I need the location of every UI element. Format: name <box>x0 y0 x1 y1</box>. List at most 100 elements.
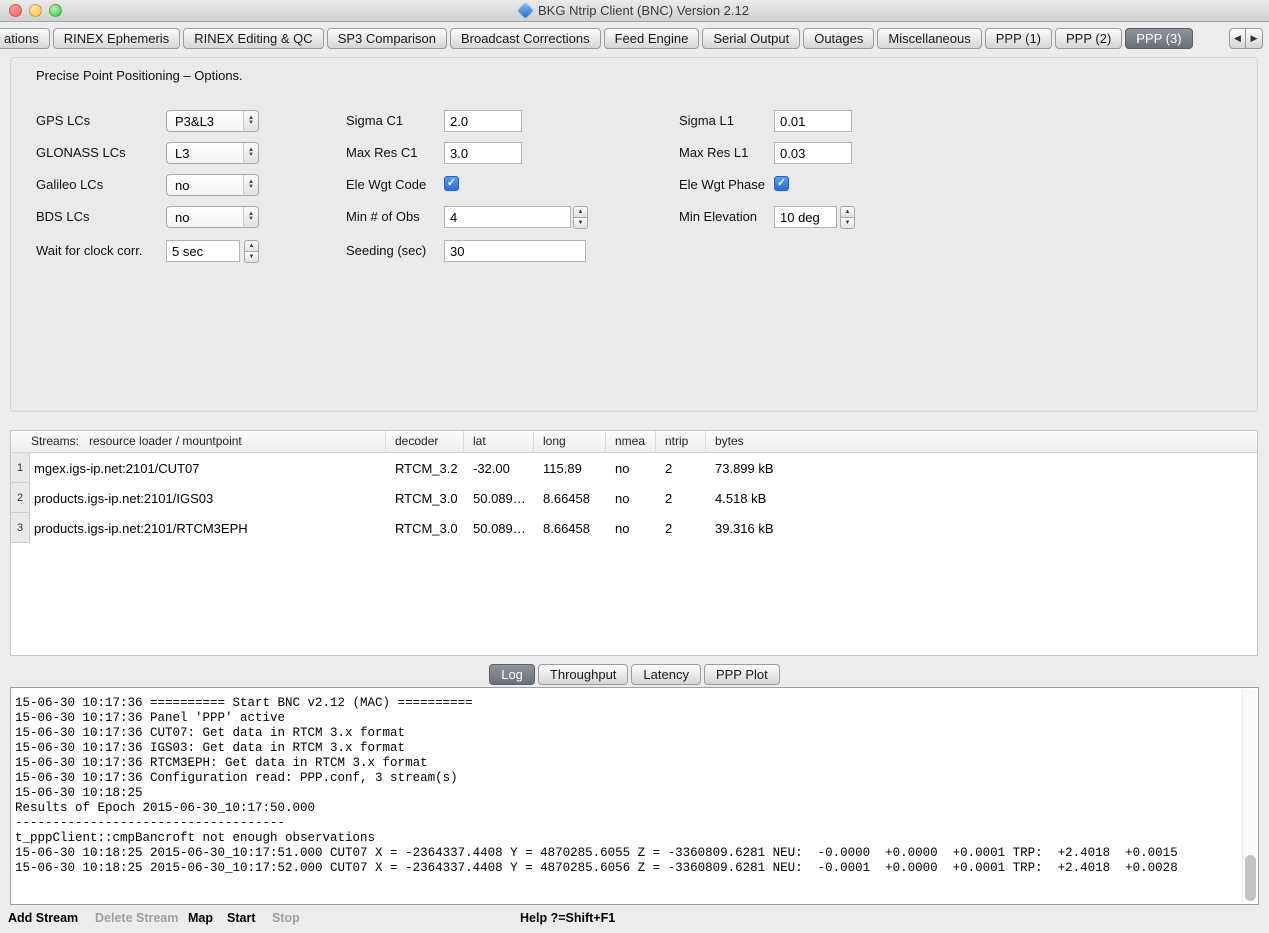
tab-scroll-left-button[interactable]: ◀ <box>1229 28 1246 49</box>
tab-sp3-comparison[interactable]: SP3 Comparison <box>327 28 447 49</box>
max-res-c1-field[interactable] <box>444 142 522 164</box>
min-elevation-field[interactable] <box>774 206 837 228</box>
cell-bytes: 73.899 kB <box>706 453 1257 483</box>
table-row[interactable]: 3 products.igs-ip.net:2101/RTCM3EPH RTCM… <box>11 513 1257 543</box>
cell-mountpoint: products.igs-ip.net:2101/RTCM3EPH <box>30 513 386 543</box>
max-res-l1-label: Max Res L1 <box>679 145 748 161</box>
glonass-lcs-combobox[interactable]: L3 ▲▼ <box>166 142 259 164</box>
start-button[interactable]: Start <box>227 911 255 925</box>
seeding-field[interactable] <box>444 240 586 262</box>
traffic-lights <box>9 4 62 17</box>
spin-down-icon[interactable]: ▼ <box>840 218 855 229</box>
window-title: BKG Ntrip Client (BNC) Version 2.12 <box>538 3 749 18</box>
log-line: 15-06-30 10:18:25 2015-06-30_10:17:52.00… <box>15 861 1238 876</box>
bds-lcs-value: no <box>167 210 243 225</box>
spin-down-icon[interactable]: ▼ <box>244 252 259 263</box>
sigma-c1-field[interactable] <box>444 110 522 132</box>
ele-wgt-code-checkbox[interactable]: ✓ <box>444 176 459 191</box>
cell-lat: 50.089… <box>464 483 534 513</box>
bds-lcs-combobox[interactable]: no ▲▼ <box>166 206 259 228</box>
log-line: 15-06-30 10:18:25 <box>15 786 1238 801</box>
cell-nmea: no <box>606 483 656 513</box>
tab-miscellaneous[interactable]: Miscellaneous <box>877 28 981 49</box>
tab-latency[interactable]: Latency <box>631 664 701 685</box>
glonass-lcs-value: L3 <box>167 146 243 161</box>
header-mountpoint: Streams: resource loader / mountpoint <box>11 431 386 452</box>
tab-ations[interactable]: ations <box>0 28 50 49</box>
main-tabs: ations RINEX Ephemeris RINEX Editing & Q… <box>0 28 1193 49</box>
cell-decoder: RTCM_3.0 <box>386 483 464 513</box>
cell-ntrip: 2 <box>656 483 706 513</box>
log-panel: 15-06-30 10:17:36 ========== Start BNC v… <box>10 687 1259 905</box>
min-elevation-label: Min Elevation <box>679 209 757 225</box>
sigma-c1-label: Sigma C1 <box>346 113 403 129</box>
spin-up-icon[interactable]: ▲ <box>573 206 588 218</box>
left-arrow-icon: ◀ <box>1234 33 1241 43</box>
bnc-window: BKG Ntrip Client (BNC) Version 2.12 atio… <box>0 0 1269 933</box>
log-line: 15-06-30 10:17:36 ========== Start BNC v… <box>15 696 1238 711</box>
header-long: long <box>534 431 606 452</box>
wait-clock-label: Wait for clock corr. <box>36 243 142 259</box>
tab-throughput[interactable]: Throughput <box>538 664 629 685</box>
cell-long: 8.66458 <box>534 483 606 513</box>
chevron-updown-icon: ▲▼ <box>243 111 258 131</box>
check-icon: ✓ <box>447 177 456 189</box>
table-row[interactable]: 1 mgex.igs-ip.net:2101/CUT07 RTCM_3.2 -3… <box>11 453 1257 483</box>
zoom-button[interactable] <box>49 4 62 17</box>
glonass-lcs-label: GLONASS LCs <box>36 145 126 161</box>
min-obs-field[interactable] <box>444 206 571 228</box>
spin-up-icon[interactable]: ▲ <box>840 206 855 218</box>
map-button[interactable]: Map <box>188 911 213 925</box>
tab-serial-output[interactable]: Serial Output <box>702 28 800 49</box>
tab-scroll-right-button[interactable]: ▶ <box>1246 28 1263 49</box>
add-stream-button[interactable]: Add Stream <box>8 911 78 925</box>
wait-clock-field[interactable] <box>166 240 240 262</box>
row-number: 2 <box>11 483 30 513</box>
log-line: 15-06-30 10:17:36 CUT07: Get data in RTC… <box>15 726 1238 741</box>
sigma-l1-label: Sigma L1 <box>679 113 734 129</box>
log-line: t_pppClient::cmpBancroft not enough obse… <box>15 831 1238 846</box>
galileo-lcs-combobox[interactable]: no ▲▼ <box>166 174 259 196</box>
table-row[interactable]: 2 products.igs-ip.net:2101/IGS03 RTCM_3.… <box>11 483 1257 513</box>
max-res-l1-field[interactable] <box>774 142 852 164</box>
tab-rinex-ephemeris[interactable]: RINEX Ephemeris <box>53 28 180 49</box>
log-line: 15-06-30 10:17:36 Configuration read: PP… <box>15 771 1238 786</box>
delete-stream-button: Delete Stream <box>95 911 178 925</box>
row-number: 3 <box>11 513 30 543</box>
tab-ppp-3[interactable]: PPP (3) <box>1125 28 1192 49</box>
min-obs-stepper[interactable]: ▲ ▼ <box>573 206 588 229</box>
row-number: 1 <box>11 453 30 483</box>
cell-ntrip: 2 <box>656 513 706 543</box>
log-line: 15-06-30 10:17:36 IGS03: Get data in RTC… <box>15 741 1238 756</box>
ele-wgt-phase-label: Ele Wgt Phase <box>679 177 765 193</box>
tab-rinex-editing-qc[interactable]: RINEX Editing & QC <box>183 28 324 49</box>
galileo-lcs-value: no <box>167 178 243 193</box>
spin-up-icon[interactable]: ▲ <box>244 240 259 252</box>
log-line: Results of Epoch 2015-06-30_10:17:50.000 <box>15 801 1238 816</box>
scrollbar-thumb[interactable] <box>1245 855 1256 901</box>
ele-wgt-phase-checkbox[interactable]: ✓ <box>774 176 789 191</box>
gps-lcs-combobox[interactable]: P3&L3 ▲▼ <box>166 110 259 132</box>
min-elevation-stepper[interactable]: ▲ ▼ <box>840 206 855 229</box>
tab-ppp-2[interactable]: PPP (2) <box>1055 28 1122 49</box>
chevron-updown-icon: ▲▼ <box>243 207 258 227</box>
log-line: 15-06-30 10:18:25 2015-06-30_10:17:51.00… <box>15 846 1238 861</box>
cell-ntrip: 2 <box>656 453 706 483</box>
tab-feed-engine[interactable]: Feed Engine <box>604 28 700 49</box>
tab-outages[interactable]: Outages <box>803 28 874 49</box>
main-tabbar: ations RINEX Ephemeris RINEX Editing & Q… <box>0 22 1269 55</box>
log-vertical-scrollbar[interactable] <box>1242 689 1257 903</box>
wait-clock-stepper[interactable]: ▲ ▼ <box>244 240 259 263</box>
spin-down-icon[interactable]: ▼ <box>573 218 588 229</box>
sigma-l1-field[interactable] <box>774 110 852 132</box>
chevron-updown-icon: ▲▼ <box>243 143 258 163</box>
tab-ppp-plot[interactable]: PPP Plot <box>704 664 780 685</box>
cell-decoder: RTCM_3.2 <box>386 453 464 483</box>
tab-broadcast-corrections[interactable]: Broadcast Corrections <box>450 28 601 49</box>
log-line: ------------------------------------ <box>15 816 1238 831</box>
tab-ppp-1[interactable]: PPP (1) <box>985 28 1052 49</box>
minimize-button[interactable] <box>29 4 42 17</box>
cell-mountpoint: mgex.igs-ip.net:2101/CUT07 <box>30 453 386 483</box>
tab-log[interactable]: Log <box>489 664 535 685</box>
close-button[interactable] <box>9 4 22 17</box>
